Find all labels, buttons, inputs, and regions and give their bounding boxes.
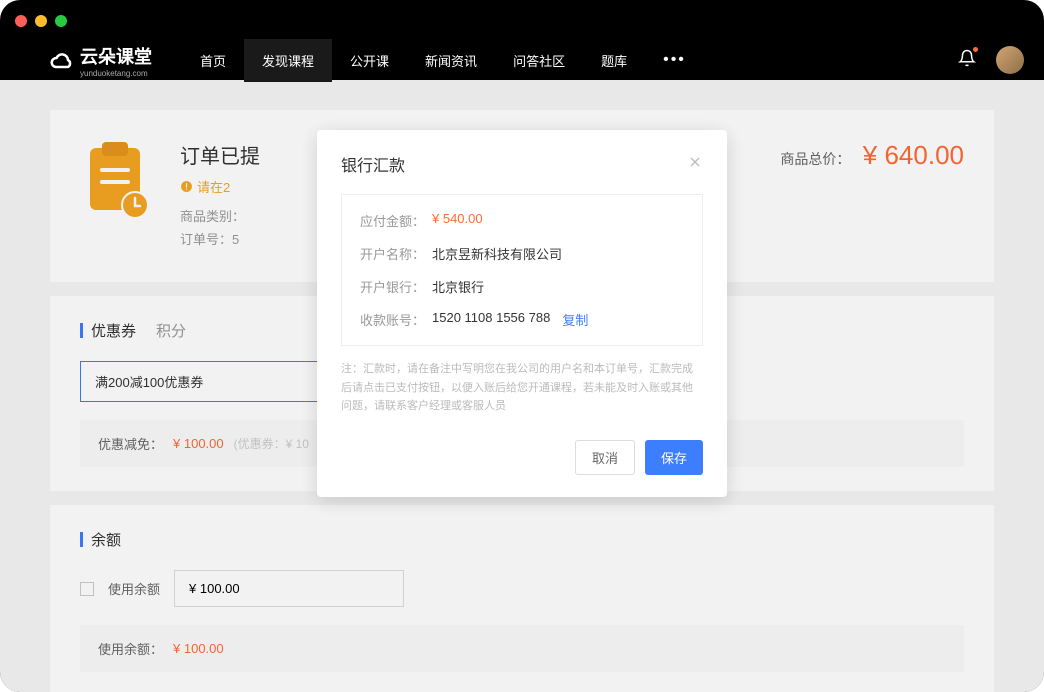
save-button[interactable]: 保存: [645, 440, 703, 475]
logo-text: 云朵课堂: [80, 43, 152, 69]
bank-transfer-modal: 银行汇款 应付金额： ¥ 540.00 开户名称： 北京昱新科技有限公司 开户银…: [317, 130, 727, 497]
close-icon[interactable]: [687, 154, 703, 175]
logo[interactable]: 云朵课堂 yunduoketang.com: [50, 43, 152, 78]
nav-home[interactable]: 首页: [182, 39, 244, 82]
modal-note: 注：汇款时，请在备注中写明您在我公司的用户名和本订单号，汇款完成后请点击已支付按…: [341, 360, 703, 416]
modal-title: 银行汇款: [341, 152, 405, 176]
nav-public[interactable]: 公开课: [332, 39, 407, 82]
maximize-window-icon[interactable]: [55, 15, 67, 27]
copy-button[interactable]: 复制: [562, 310, 588, 329]
cancel-button[interactable]: 取消: [575, 440, 635, 475]
nav-more-icon[interactable]: •••: [645, 39, 704, 81]
modal-amount: ¥ 540.00: [432, 211, 483, 230]
notification-bell-icon[interactable]: [958, 49, 976, 72]
modal-account: 1520 1108 1556 788: [432, 310, 550, 329]
logo-subtitle: yunduoketang.com: [80, 69, 152, 78]
nav-qa[interactable]: 问答社区: [495, 39, 583, 82]
nav-news[interactable]: 新闻资讯: [407, 39, 495, 82]
minimize-window-icon[interactable]: [35, 15, 47, 27]
notification-dot-icon: [973, 47, 978, 52]
nav-discover[interactable]: 发现课程: [244, 39, 332, 82]
cloud-logo-icon: [50, 48, 74, 72]
modal-amount-label: 应付金额：: [360, 211, 432, 230]
modal-overlay: 银行汇款 应付金额： ¥ 540.00 开户名称： 北京昱新科技有限公司 开户银…: [0, 80, 1044, 692]
modal-bank-label: 开户银行：: [360, 277, 432, 296]
avatar[interactable]: [996, 46, 1024, 74]
navbar: 云朵课堂 yunduoketang.com 首页 发现课程 公开课 新闻资讯 问…: [0, 40, 1044, 80]
modal-bank: 北京银行: [432, 277, 484, 296]
nav-items: 首页 发现课程 公开课 新闻资讯 问答社区 题库 •••: [182, 39, 704, 82]
modal-account-label: 收款账号：: [360, 310, 432, 329]
window-controls: [15, 15, 67, 27]
close-window-icon[interactable]: [15, 15, 27, 27]
modal-name-label: 开户名称：: [360, 244, 432, 263]
modal-name: 北京昱新科技有限公司: [432, 244, 562, 263]
nav-question[interactable]: 题库: [583, 39, 645, 82]
